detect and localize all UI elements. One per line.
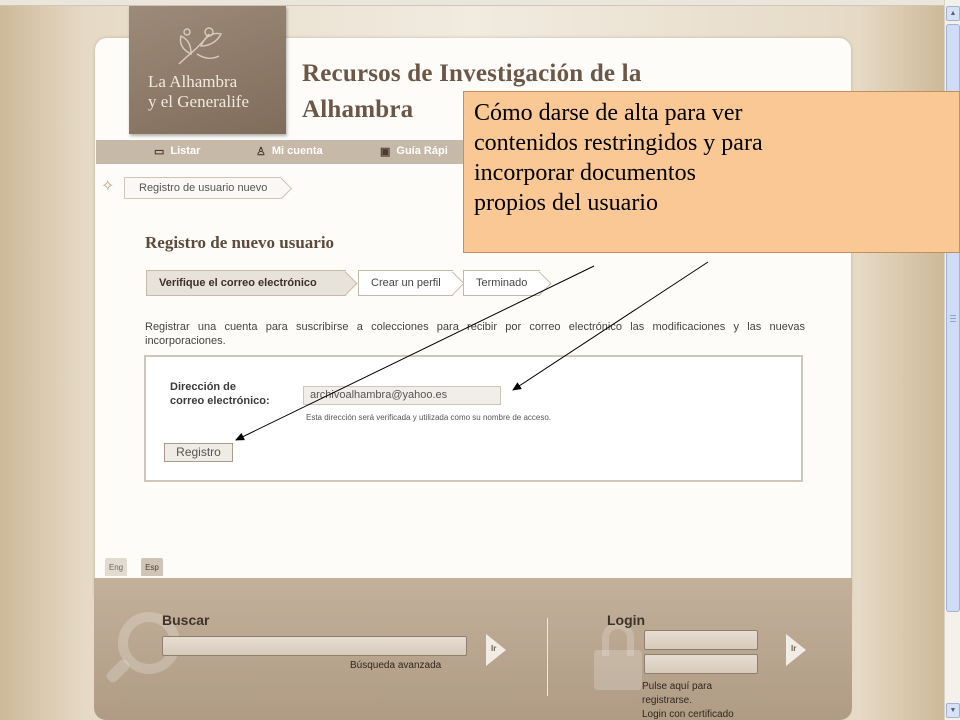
step-create-profile[interactable]: Crear un perfil	[358, 270, 453, 296]
certificate-login-link[interactable]: Login con certificado	[642, 708, 734, 720]
step-label: Crear un perfil	[371, 277, 441, 289]
advanced-search-link[interactable]: Búsqueda avanzada	[350, 660, 441, 671]
site-logo[interactable]: La Alhambra y el Generalife	[129, 6, 286, 134]
search-go-button[interactable]: Ir	[486, 634, 508, 666]
intro-text: Registrar una cuenta para suscribirse a …	[145, 321, 805, 347]
logo-text-line2: y el Generalife	[148, 92, 249, 111]
email-field[interactable]: archivoalhambra@yahoo.es	[303, 386, 501, 405]
user-icon: ♙	[256, 146, 266, 158]
email-help-text: Esta dirección será verificada y utiliza…	[306, 413, 552, 422]
step-label: Terminado	[476, 277, 528, 289]
nav-item-guia-rapida[interactable]: ▣ Guía Rápi	[380, 145, 448, 158]
lang-tab-esp[interactable]: Esp	[141, 558, 163, 576]
guide-icon: ▣	[380, 146, 391, 158]
nav-item-label: Guía Rápi	[396, 145, 448, 157]
step-finished[interactable]: Terminado	[463, 270, 540, 296]
search-go-label: Ir	[491, 644, 497, 653]
step-verify-email[interactable]: Verifique el correo electrónico	[146, 270, 346, 296]
search-input[interactable]	[162, 636, 467, 656]
search-title: Buscar	[162, 612, 210, 628]
flower-ornament-icon	[178, 27, 223, 65]
login-title: Login	[607, 612, 646, 628]
scroll-up-arrow-icon[interactable]: ▲	[946, 6, 960, 21]
login-go-label: Ir	[791, 644, 797, 653]
register-button[interactable]: Registro	[164, 443, 233, 462]
password-field[interactable]	[644, 654, 758, 674]
login-links: Pulse aquí para registrarse. Login con c…	[642, 680, 734, 720]
register-link-line1[interactable]: Pulse aquí para	[642, 680, 734, 694]
username-field[interactable]	[644, 630, 758, 650]
site-title-line1: Recursos de Investigación de la	[302, 60, 642, 87]
page-heading: Registro de nuevo usuario	[145, 233, 335, 252]
annotation-callout: Cómo darse de alta para ver contenidos r…	[463, 91, 960, 253]
step-label: Verifique el correo electrónico	[159, 277, 317, 289]
register-link-line2[interactable]: registrarse.	[642, 694, 734, 708]
breadcrumb-item[interactable]: Registro de usuario nuevo	[124, 177, 282, 199]
scrollbar-grip-icon	[950, 315, 956, 323]
lang-tab-eng[interactable]: Eng	[105, 558, 127, 576]
login-go-button[interactable]: Ir	[786, 634, 808, 666]
callout-line3: incorporar documentos	[474, 160, 696, 186]
nav-item-label: Listar	[170, 145, 201, 157]
callout-line2: contenidos restringidos y para	[474, 130, 763, 156]
breadcrumb-star-icon: ✧	[101, 178, 115, 195]
scroll-down-arrow-icon[interactable]: ▼	[946, 703, 960, 718]
nav-item-label: Mi cuenta	[271, 145, 323, 157]
logo-text-line1: La Alhambra	[148, 72, 238, 91]
lock-watermark-icon	[594, 650, 642, 690]
nav-item-listar[interactable]: ▭ Listar	[154, 145, 200, 158]
footer-divider	[547, 618, 548, 696]
list-icon: ▭	[154, 146, 165, 158]
callout-line4: propios del usuario	[474, 190, 658, 216]
callout-line1: Cómo darse de alta para ver	[474, 100, 743, 126]
email-field-label: Dirección de correo electrónico:	[170, 381, 270, 407]
nav-item-mi-cuenta[interactable]: ♙ Mi cuenta	[256, 145, 323, 158]
